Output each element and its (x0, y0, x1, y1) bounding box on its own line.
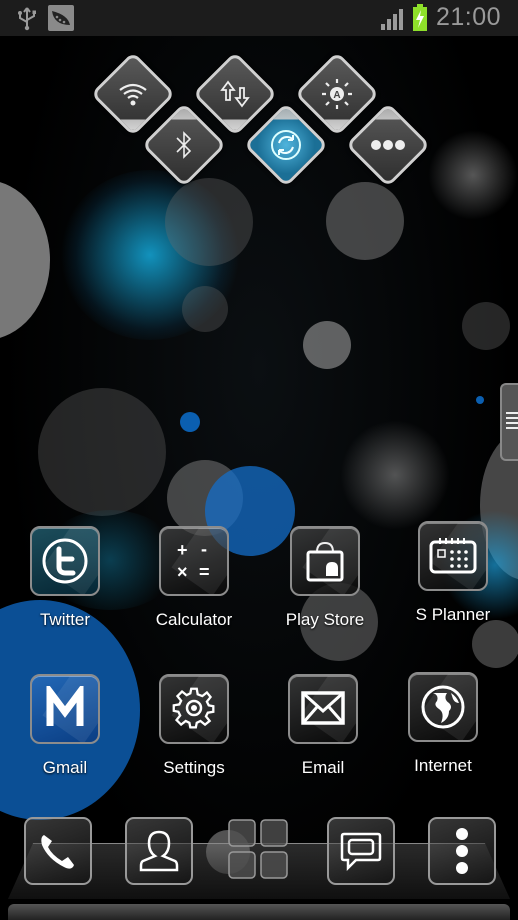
sync-icon (271, 130, 301, 160)
app-label: Calculator (155, 610, 233, 629)
app-gmail[interactable]: Gmail (5, 674, 125, 778)
signal-icon (381, 9, 403, 30)
calendar-icon (418, 521, 488, 591)
dock-apps[interactable] (226, 817, 290, 881)
svg-text:=: = (199, 562, 210, 582)
bokeh (0, 180, 50, 340)
bokeh (180, 412, 200, 432)
bokeh (428, 130, 518, 220)
bokeh (472, 620, 518, 668)
app-calculator[interactable]: + - × = Calculator (134, 526, 254, 630)
battery-charging-icon (413, 4, 427, 31)
bokeh (462, 302, 510, 350)
calculator-icon: + - × = (159, 526, 229, 596)
play-store-icon (290, 526, 360, 596)
gear-icon (159, 674, 229, 744)
app-label: Email (301, 758, 345, 777)
svg-text:A: A (333, 90, 340, 101)
app-label: Play Store (285, 610, 365, 629)
app-label: Settings (163, 758, 225, 777)
app-label: Internet (414, 756, 472, 775)
app-play-store[interactable]: Play Store (265, 526, 385, 630)
app-email[interactable]: Email (263, 674, 383, 778)
bokeh (165, 178, 253, 266)
app-internet[interactable]: Internet (383, 672, 503, 776)
app-grid-icon (228, 819, 288, 879)
phone-icon (41, 835, 74, 869)
bokeh (326, 182, 404, 260)
side-drawer-handle[interactable] (500, 383, 518, 461)
more-vertical-icon (456, 828, 468, 874)
drawer-lines-icon (506, 412, 518, 429)
app-s-planner[interactable]: S Planner (393, 521, 513, 625)
bokeh (182, 286, 228, 332)
dock-menu[interactable] (428, 817, 496, 885)
svg-text:-: - (201, 539, 207, 559)
app-label: S Planner (415, 605, 491, 624)
clock-time: 21:00 (436, 3, 502, 31)
brightness-auto-icon: A (322, 79, 352, 109)
app-label: Gmail (42, 758, 88, 777)
app-label: Twitter (39, 610, 91, 629)
bokeh (340, 420, 450, 530)
data-arrows-icon (220, 80, 250, 108)
usb-icon (18, 7, 36, 31)
bluetooth-icon (176, 131, 192, 159)
dock-base (8, 904, 510, 920)
contact-icon (139, 830, 179, 872)
bokeh (38, 388, 166, 516)
app-twitter[interactable]: Twitter (5, 526, 125, 630)
dock-contacts[interactable] (125, 817, 193, 885)
bokeh (303, 321, 351, 369)
message-icon (340, 832, 382, 872)
dock-phone[interactable] (24, 817, 92, 885)
more-dots-icon (371, 140, 405, 150)
status-bar: 21:00 (0, 0, 518, 36)
envelope-icon (288, 674, 358, 744)
wifi-icon (119, 83, 147, 106)
svg-text:+: + (177, 540, 188, 560)
twitter-icon (30, 526, 100, 596)
globe-icon (408, 672, 478, 742)
gmail-icon (30, 674, 100, 744)
bokeh (476, 396, 484, 404)
peapod-notification-icon (48, 5, 74, 31)
app-settings[interactable]: Settings (134, 674, 254, 778)
dock-messaging[interactable] (327, 817, 395, 885)
svg-text:×: × (177, 562, 188, 582)
